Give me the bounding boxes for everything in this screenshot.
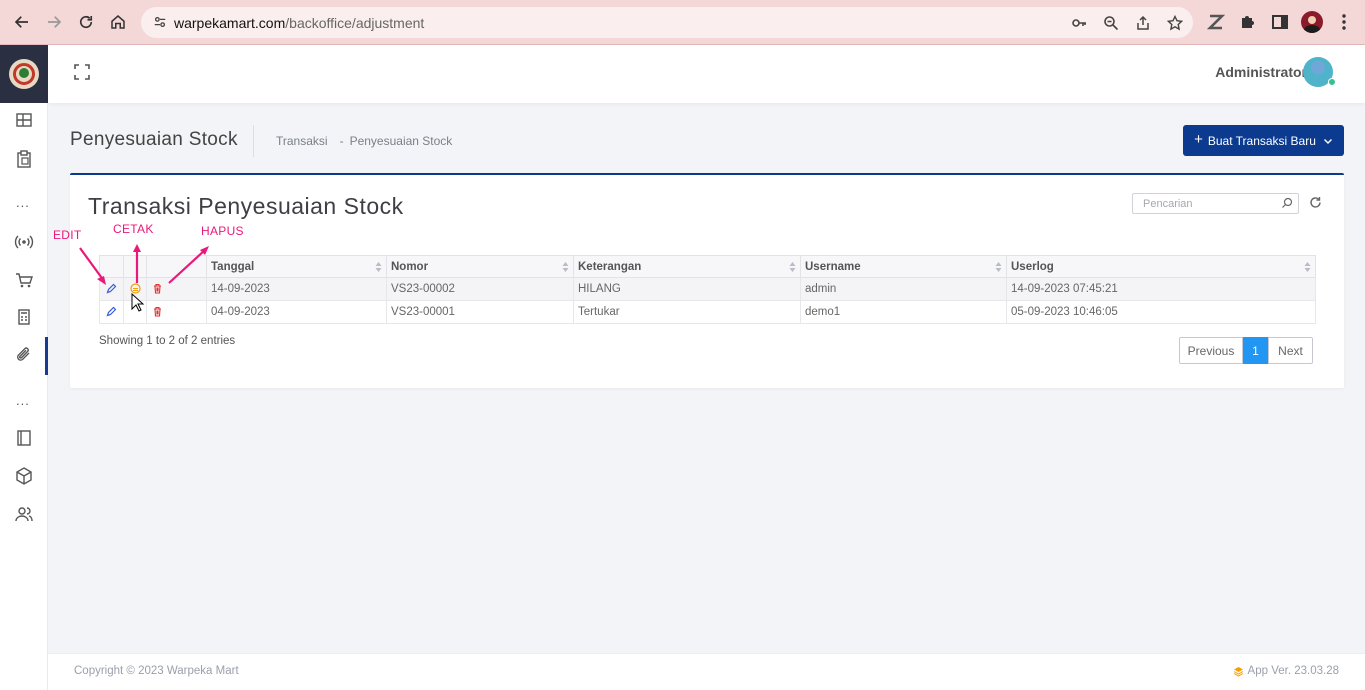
clipboard-icon[interactable] (14, 149, 34, 169)
trash-delete-icon[interactable] (152, 306, 163, 318)
online-status-dot (1328, 78, 1336, 86)
action-header (123, 255, 147, 278)
back-icon[interactable] (10, 10, 34, 34)
annotation-edit-label: EDIT (53, 228, 82, 242)
notebook-icon[interactable] (14, 428, 34, 448)
adjustment-card: Transaksi Penyesuaian Stock Tanggal Nomo… (70, 173, 1344, 388)
user-name[interactable]: Administrator (1215, 64, 1307, 80)
menu-separator-dots: ... (16, 195, 30, 210)
title-divider (253, 125, 254, 157)
cell-tanggal: 14-09-2023 (206, 277, 387, 301)
layers-icon (1233, 666, 1243, 677)
cart-icon[interactable] (14, 270, 34, 290)
breadcrumb-item-transaksi[interactable]: Transaksi (276, 134, 328, 148)
logo-area[interactable] (0, 45, 48, 103)
cell-username: admin (800, 277, 1007, 301)
plus-icon: + (1194, 131, 1203, 148)
card-title: Transaksi Penyesuaian Stock (88, 193, 404, 219)
zoom-icon[interactable] (1103, 15, 1119, 31)
cell-userlog: 05-09-2023 10:46:05 (1006, 300, 1316, 324)
search-box (1132, 193, 1299, 214)
share-icon[interactable] (1135, 15, 1151, 31)
cell-tanggal: 04-09-2023 (206, 300, 387, 324)
page-title: Penyesuaian Stock (70, 129, 238, 150)
cell-keterangan: Tertukar (573, 300, 801, 324)
trash-delete-icon[interactable] (152, 283, 163, 295)
search-input[interactable] (1133, 194, 1279, 213)
table-row: 04-09-2023 VS23-00001 Tertukar demo1 05-… (99, 300, 1316, 324)
column-header-tanggal[interactable]: Tanggal (206, 255, 387, 278)
pencil-edit-icon[interactable] (106, 283, 117, 294)
pencil-edit-icon[interactable] (106, 306, 117, 317)
refresh-icon[interactable] (1309, 196, 1322, 209)
table-header-row: Tanggal Nomor Keterangan Username Userlo… (99, 255, 1316, 278)
breadcrumb-item-current: Penyesuaian Stock (349, 134, 453, 148)
new-transaction-label: Buat Transaksi Baru (1207, 133, 1316, 148)
edit-cell (99, 277, 124, 301)
users-icon[interactable] (14, 504, 34, 524)
z-extension-icon[interactable] (1206, 12, 1226, 32)
cell-nomor: VS23-00002 (386, 277, 574, 301)
table-info: Showing 1 to 2 of 2 entries (99, 335, 236, 347)
action-header (99, 255, 124, 278)
sidepanel-icon[interactable] (1270, 12, 1290, 32)
pagination: Previous 1 Next (1179, 337, 1313, 364)
profile-avatar[interactable] (1301, 11, 1323, 33)
chevron-down-icon (1323, 138, 1332, 144)
column-header-keterangan[interactable]: Keterangan (573, 255, 801, 278)
tune-icon (154, 16, 166, 28)
address-bar[interactable]: warpekamart.com/backoffice/adjustment (141, 7, 1193, 38)
footer: Copyright © 2023 Warpeka Mart App Ver. 2… (48, 653, 1365, 690)
adjustment-table: Tanggal Nomor Keterangan Username Userlo… (99, 255, 1316, 324)
menu-separator-dots: ... (16, 393, 30, 408)
edit-cell (99, 300, 124, 324)
cell-username: demo1 (800, 300, 1007, 324)
home-icon[interactable] (106, 10, 130, 34)
url-text: warpekamart.com/backoffice/adjustment (174, 15, 425, 31)
box-icon[interactable] (14, 466, 34, 486)
forward-icon[interactable] (42, 10, 66, 34)
key-icon[interactable] (1071, 15, 1087, 31)
annotation-cetak-label: CETAK (113, 222, 154, 236)
mouse-cursor-icon (131, 293, 145, 312)
search-icon[interactable] (1281, 197, 1293, 209)
sort-icon (562, 262, 569, 272)
column-header-nomor[interactable]: Nomor (386, 255, 574, 278)
star-icon[interactable] (1167, 15, 1183, 31)
cell-nomor: VS23-00001 (386, 300, 574, 324)
sort-icon (995, 262, 1002, 272)
sort-icon (1304, 262, 1311, 272)
sort-icon (789, 262, 796, 272)
cell-keterangan: HILANG (573, 277, 801, 301)
calculator-icon[interactable] (14, 307, 34, 327)
new-transaction-button[interactable]: + Buat Transaksi Baru (1183, 125, 1344, 156)
app-version: App Ver. 23.03.28 (1233, 665, 1339, 677)
paperclip-icon[interactable] (14, 345, 34, 365)
sidebar: ... ... (0, 45, 48, 690)
annotation-hapus-label: HAPUS (201, 224, 244, 238)
fullscreen-icon[interactable] (73, 63, 91, 81)
copyright-text: Copyright © 2023 Warpeka Mart (74, 665, 239, 677)
app-logo (9, 59, 39, 89)
column-header-userlog[interactable]: Userlog (1006, 255, 1316, 278)
delete-cell (146, 300, 207, 324)
breadcrumb: Transaksi - Penyesuaian Stock (276, 134, 452, 148)
cell-userlog: 14-09-2023 07:45:21 (1006, 277, 1316, 301)
top-header: Administrator (48, 45, 1365, 103)
pagination-page-1[interactable]: 1 (1243, 337, 1268, 364)
menu-kebab-icon[interactable] (1334, 12, 1354, 32)
delete-cell (146, 277, 207, 301)
dashboard-icon[interactable] (14, 110, 34, 130)
breadcrumb-separator: - (339, 134, 344, 148)
pagination-next[interactable]: Next (1268, 337, 1313, 364)
puzzle-icon[interactable] (1238, 12, 1258, 32)
action-header (146, 255, 207, 278)
column-header-username[interactable]: Username (800, 255, 1007, 278)
table-row: 14-09-2023 VS23-00002 HILANG admin 14-09… (99, 277, 1316, 301)
broadcast-icon[interactable] (14, 232, 34, 252)
reload-icon[interactable] (74, 10, 98, 34)
sort-icon (375, 262, 382, 272)
pagination-previous[interactable]: Previous (1179, 337, 1243, 364)
browser-toolbar: warpekamart.com/backoffice/adjustment (0, 0, 1365, 45)
